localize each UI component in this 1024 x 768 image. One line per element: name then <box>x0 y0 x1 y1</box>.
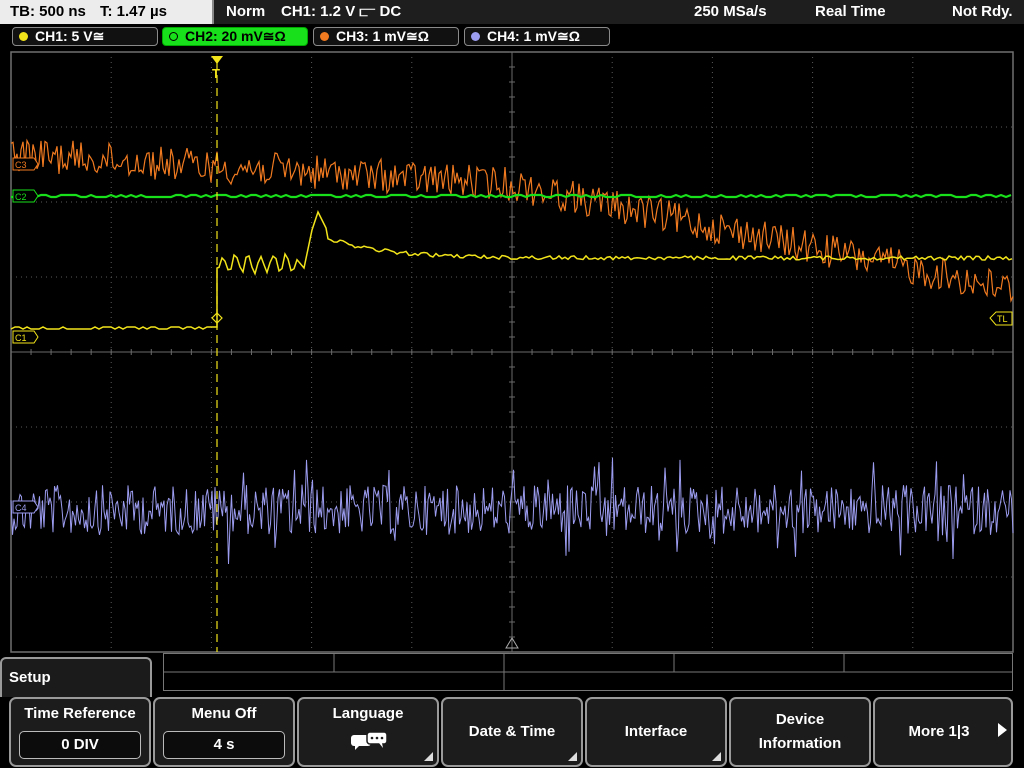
menu-title-tab: Setup <box>0 657 152 697</box>
channel-tab-ch3[interactable]: CH3: 1 mV≅Ω <box>313 27 459 46</box>
channel-tab-label: CH3: 1 mV≅Ω <box>336 28 429 44</box>
interface-button[interactable]: Interface <box>585 697 727 767</box>
acquisition-mode: Real Time <box>815 3 886 20</box>
channel-tab-label: CH4: 1 mV≅Ω <box>487 28 580 44</box>
ch1-level-marker[interactable]: C1 <box>12 330 39 344</box>
ch3-level-marker[interactable]: C3 <box>12 157 39 171</box>
menu-off-value[interactable]: 4 s <box>163 731 285 759</box>
sample-rate: 250 MSa/s <box>694 3 767 20</box>
timebase-box[interactable]: TB: 500 ns T: 1.47 µs <box>0 0 214 24</box>
channel-tab-label: CH1: 5 V≅ <box>35 28 105 44</box>
ch2-level-marker[interactable]: C2 <box>12 189 39 203</box>
trigger-time-readout: T: 1.47 µs <box>100 3 168 20</box>
submenu-corner-icon <box>424 752 433 761</box>
ch4-level-marker[interactable]: C4 <box>12 500 39 514</box>
time-reference-value[interactable]: 0 DIV <box>19 731 141 759</box>
acquisition-status: Not Rdy. <box>952 3 1013 20</box>
time-reference-button[interactable]: Time Reference 0 DIV <box>9 697 151 767</box>
menu-title: Setup <box>9 669 51 686</box>
softkey-label: Language <box>332 705 404 722</box>
next-page-icon <box>998 723 1007 737</box>
svg-text:TL: TL <box>997 314 1008 324</box>
trigger-marker-label: T <box>212 66 220 81</box>
more-button[interactable]: More 1|3 <box>873 697 1013 767</box>
softkey-label-line2: Information <box>758 735 842 752</box>
submenu-corner-icon <box>568 752 577 761</box>
softkey-label-line1: Device <box>775 711 825 728</box>
channel-tab-ch4[interactable]: CH4: 1 mV≅Ω <box>464 27 610 46</box>
trigger-source[interactable]: CH1: 1.2 V ⫍ DC <box>281 3 401 20</box>
svg-text:C3: C3 <box>15 160 27 170</box>
date-time-button[interactable]: Date & Time <box>441 697 583 767</box>
ch2-dot-icon <box>169 32 178 41</box>
zoom-overview-strip[interactable] <box>163 653 1013 691</box>
waveform-display[interactable]: T C3 C2 C1 C4 TL <box>0 50 1024 654</box>
channel-tabs: CH1: 5 V≅ CH2: 20 mV≅Ω CH3: 1 mV≅Ω CH4: … <box>0 24 1024 50</box>
ch3-dot-icon <box>320 32 329 41</box>
softkey-label: Time Reference <box>24 705 136 722</box>
language-button[interactable]: Language <box>297 697 439 767</box>
device-information-button[interactable]: Device Information <box>729 697 871 767</box>
softkey-label: More 1|3 <box>908 723 970 740</box>
trigger-mode[interactable]: Norm <box>226 3 265 20</box>
svg-text:C1: C1 <box>15 333 27 343</box>
ch1-dot-icon <box>19 32 28 41</box>
menu-off-button[interactable]: Menu Off 4 s <box>153 697 295 767</box>
channel-tab-label: CH2: 20 mV≅Ω <box>185 28 286 44</box>
timebase-readout: TB: 500 ns <box>10 3 86 20</box>
status-bar: TB: 500 ns T: 1.47 µs Norm CH1: 1.2 V ⫍ … <box>0 0 1024 24</box>
softkey-label: Date & Time <box>468 723 556 740</box>
channel-tab-ch1[interactable]: CH1: 5 V≅ <box>12 27 158 46</box>
speech-bubbles-icon <box>351 731 388 750</box>
svg-text:C4: C4 <box>15 503 27 513</box>
softkey-label: Menu Off <box>191 705 257 722</box>
softkey-label: Interface <box>624 723 688 740</box>
submenu-corner-icon <box>712 752 721 761</box>
channel-tab-ch2[interactable]: CH2: 20 mV≅Ω <box>162 27 308 46</box>
svg-text:C2: C2 <box>15 192 27 202</box>
ch4-dot-icon <box>471 32 480 41</box>
